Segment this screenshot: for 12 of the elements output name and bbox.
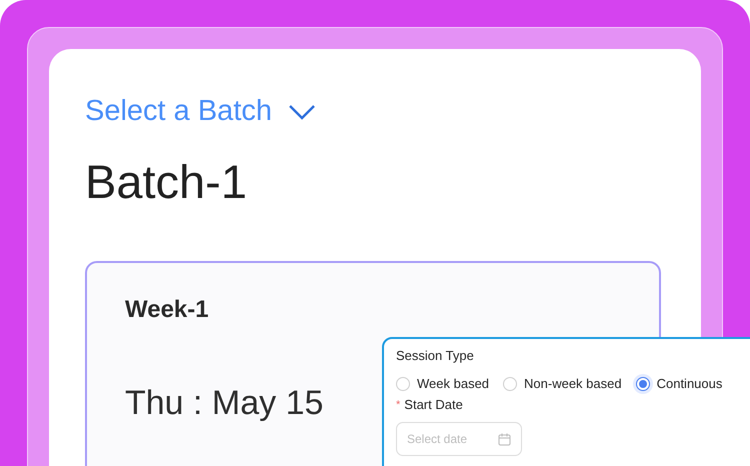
chevron-down-icon bbox=[288, 104, 316, 120]
session-type-label: Session Type bbox=[396, 348, 474, 363]
calendar-icon bbox=[498, 433, 511, 446]
radio-option[interactable]: Week based bbox=[396, 376, 490, 391]
radio-option[interactable]: Continuous bbox=[636, 376, 722, 391]
required-mark: * bbox=[396, 398, 400, 410]
batch-title: Batch-1 bbox=[85, 154, 248, 209]
start-date-field[interactable]: Select date bbox=[396, 422, 522, 456]
session-date: Thu : May 15 bbox=[125, 384, 324, 423]
week-title: Week-1 bbox=[125, 296, 210, 324]
radio-option[interactable]: Non-week based bbox=[503, 376, 622, 391]
start-date-label: Start Date bbox=[404, 397, 463, 412]
